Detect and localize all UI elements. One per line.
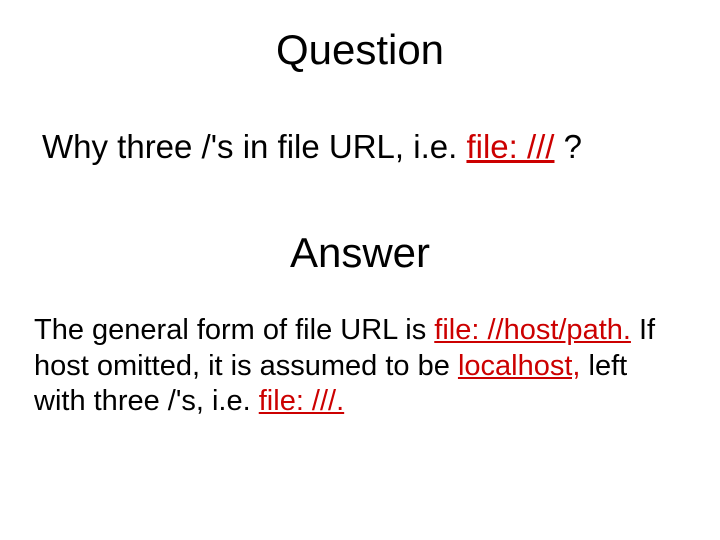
question-text: Why three /'s in file URL, i.e. file: //…: [42, 126, 682, 167]
localhost-link[interactable]: localhost,: [458, 350, 581, 382]
file-host-path-link[interactable]: file: //host/path.: [434, 314, 631, 346]
heading-answer: Answer: [0, 229, 720, 277]
file-triple-slash-link[interactable]: file: ///.: [259, 385, 344, 417]
question-suffix: ?: [554, 128, 582, 165]
answer-text: The general form of file URL is file: //…: [34, 313, 686, 419]
answer-part1: The general form of file URL is: [34, 314, 434, 346]
question-prefix: Why three /'s in file URL, i.e.: [42, 128, 466, 165]
heading-question: Question: [0, 26, 720, 74]
slide: Question Why three /'s in file URL, i.e.…: [0, 26, 720, 540]
file-url-link[interactable]: file: ///: [466, 128, 554, 165]
